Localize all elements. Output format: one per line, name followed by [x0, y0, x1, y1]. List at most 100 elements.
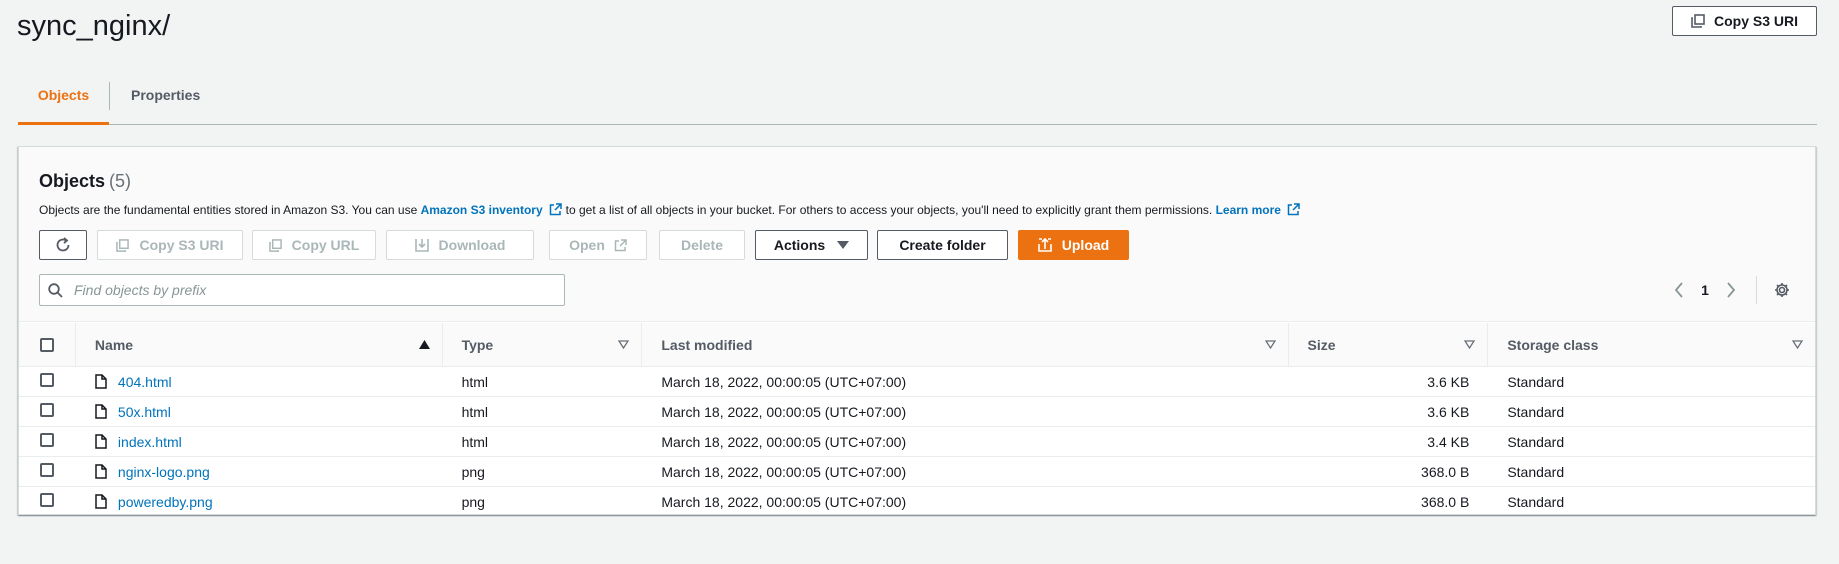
- copy-url-button[interactable]: Copy URL: [252, 230, 376, 260]
- tab-objects[interactable]: Objects: [18, 78, 109, 125]
- select-all-checkbox[interactable]: [39, 337, 54, 352]
- copy-s3-uri-button-top[interactable]: Copy S3 URI: [1672, 6, 1817, 36]
- column-name-label: Name: [94, 336, 134, 353]
- table-row[interactable]: nginx-logo.png png March 18, 2022, 00:00…: [19, 456, 1815, 487]
- object-name-link[interactable]: 404.html: [118, 374, 172, 390]
- column-last-modified-label: Last modified: [661, 336, 753, 353]
- caret-down-icon: [837, 241, 850, 249]
- table-row[interactable]: index.html html March 18, 2022, 00:00:05…: [19, 426, 1815, 457]
- next-page-button[interactable]: [1718, 277, 1744, 303]
- actions-label: Actions: [773, 237, 826, 253]
- learn-more-link[interactable]: Learn more: [1216, 203, 1281, 217]
- name-cell: nginx-logo.png: [74, 456, 442, 487]
- column-header-last-modified[interactable]: Last modified: [641, 323, 1288, 367]
- create-folder-button[interactable]: Create folder: [877, 230, 1008, 260]
- upload-label: Upload: [1061, 237, 1110, 253]
- objects-count: (5): [109, 171, 132, 191]
- objects-table: Name Type Last modified Size Storage cla…: [19, 323, 1815, 517]
- objects-description: Objects are the fundamental entities sto…: [39, 203, 1304, 217]
- row-select-cell: [19, 487, 75, 517]
- download-icon: [414, 239, 429, 252]
- type-cell: png: [461, 493, 485, 510]
- delete-label: Delete: [680, 237, 724, 253]
- pagination: 1: [1666, 274, 1795, 306]
- open-label: Open: [569, 237, 605, 253]
- storage-class-cell: Standard: [1487, 396, 1815, 427]
- sort-icon: [1792, 340, 1803, 349]
- upload-button[interactable]: Upload: [1018, 230, 1129, 260]
- object-name-link[interactable]: nginx-logo.png: [118, 464, 210, 480]
- sort-icon: [1464, 340, 1476, 349]
- last-modified-cell: March 18, 2022, 00:00:05 (UTC+07:00): [641, 396, 1288, 427]
- object-name-link[interactable]: poweredby.png: [118, 494, 213, 510]
- type-cell: html: [441, 396, 642, 427]
- column-header-type[interactable]: Type: [441, 323, 642, 367]
- name-cell: 50x.html: [74, 396, 442, 427]
- column-storage-class-label: Storage class: [1507, 336, 1599, 353]
- table-header-row: Name Type Last modified Size Storage cla…: [19, 323, 1815, 367]
- type-cell: html: [441, 426, 642, 457]
- object-name-link[interactable]: 50x.html: [118, 404, 171, 420]
- refresh-button[interactable]: [39, 230, 87, 260]
- storage-class-cell: Standard: [1507, 493, 1565, 510]
- row-select-cell: [19, 456, 75, 487]
- size-cell: 3.6 KB: [1287, 396, 1488, 427]
- page-title: sync_nginx/: [17, 10, 171, 42]
- last-modified-cell: March 18, 2022, 00:00:05 (UTC+07:00): [641, 366, 1288, 397]
- row-checkbox[interactable]: [39, 403, 54, 417]
- tab-properties[interactable]: Properties: [131, 78, 200, 124]
- s3-inventory-link[interactable]: Amazon S3 inventory: [421, 203, 543, 217]
- objects-panel-title: Objects (5): [39, 171, 131, 192]
- row-select-cell: [19, 366, 75, 397]
- open-button[interactable]: Open: [549, 230, 647, 260]
- tab-divider: [109, 82, 110, 110]
- column-header-name[interactable]: Name: [74, 323, 442, 367]
- file-icon: [95, 434, 107, 449]
- copy-icon: [268, 238, 282, 252]
- table-row[interactable]: poweredby.png png March 18, 2022, 00:00:…: [19, 487, 1815, 517]
- size-cell: 3.4 KB: [1287, 426, 1488, 457]
- storage-class-cell: Standard: [1487, 456, 1815, 487]
- name-cell: 404.html: [74, 366, 442, 397]
- preferences-button[interactable]: [1769, 277, 1795, 303]
- object-name-link[interactable]: index.html: [118, 434, 182, 450]
- last-modified-cell: March 18, 2022, 00:00:05 (UTC+07:00): [641, 426, 1288, 457]
- page-number[interactable]: 1: [1692, 282, 1718, 298]
- table-row[interactable]: 50x.html html March 18, 2022, 00:00:05 (…: [19, 396, 1815, 427]
- objects-title-text: Objects: [39, 171, 106, 191]
- copy-icon: [1691, 14, 1705, 28]
- file-icon: [95, 464, 107, 479]
- file-icon: [95, 374, 107, 389]
- row-select-cell: [19, 396, 75, 427]
- row-select-cell: [19, 426, 75, 457]
- row-checkbox[interactable]: [39, 493, 54, 508]
- gear-icon: [1775, 283, 1789, 297]
- description-text-2: to get a list of all objects in your buc…: [565, 203, 1213, 217]
- search-input[interactable]: [72, 279, 552, 301]
- search-box: [39, 274, 565, 306]
- download-button[interactable]: Download: [386, 230, 534, 260]
- row-checkbox[interactable]: [39, 463, 54, 477]
- file-icon: [95, 494, 107, 509]
- external-link-icon: [614, 238, 627, 251]
- column-header-storage-class[interactable]: Storage class: [1487, 323, 1815, 367]
- size-cell: 3.6 KB: [1287, 366, 1488, 397]
- objects-panel-header: Objects (5) Objects are the fundamental e…: [19, 147, 1815, 322]
- name-cell: index.html: [74, 426, 442, 457]
- copy-s3-uri-button[interactable]: Copy S3 URI: [97, 230, 243, 260]
- sort-ascending-icon: [418, 340, 430, 349]
- chevron-left-icon: [1674, 282, 1683, 298]
- tab-bar: Objects Properties: [18, 78, 1817, 125]
- prev-page-button[interactable]: [1666, 277, 1692, 303]
- table-row[interactable]: 404.html html March 18, 2022, 00:00:05 (…: [19, 366, 1815, 397]
- size-cell: 368.0 B: [1421, 493, 1470, 510]
- column-header-size[interactable]: Size: [1287, 323, 1488, 367]
- select-all-header: [19, 323, 75, 367]
- row-checkbox[interactable]: [39, 373, 54, 387]
- upload-icon: [1037, 238, 1052, 252]
- search-icon: [48, 283, 63, 298]
- pager-divider: [1756, 276, 1757, 304]
- actions-dropdown[interactable]: Actions: [755, 230, 868, 260]
- delete-button[interactable]: Delete: [659, 230, 745, 260]
- row-checkbox[interactable]: [39, 433, 54, 447]
